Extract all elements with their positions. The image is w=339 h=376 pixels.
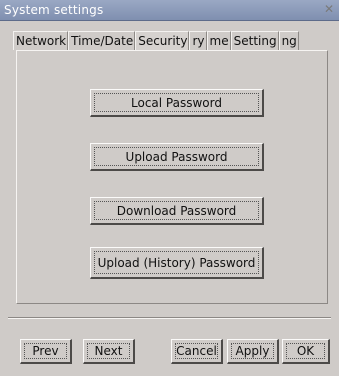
tab-strip: Network Time/Date Security ry me Setting ng [13, 31, 329, 51]
tab-setting[interactable]: Setting [230, 31, 279, 50]
download-password-label: Download Password [94, 201, 259, 220]
title-bar: System settings ✕ [0, 0, 339, 21]
tab-me[interactable]: me [206, 31, 231, 50]
next-button[interactable]: Next [83, 339, 135, 364]
upload-history-password-label: Upload (History) Password [94, 251, 259, 274]
download-password-button[interactable]: Download Password [90, 197, 264, 225]
local-password-button[interactable]: Local Password [90, 89, 264, 117]
cancel-label: Cancel [175, 343, 218, 359]
next-label: Next [87, 343, 130, 359]
window-title: System settings [4, 3, 104, 17]
tab-time-date[interactable]: Time/Date [68, 31, 136, 50]
ok-button[interactable]: OK [282, 339, 330, 364]
tab-security[interactable]: Security [135, 31, 190, 50]
close-icon[interactable]: ✕ [323, 3, 335, 15]
prev-button[interactable]: Prev [20, 339, 72, 364]
prev-label: Prev [24, 343, 67, 359]
footer-separator [8, 317, 331, 319]
apply-label: Apply [231, 343, 274, 359]
cancel-button[interactable]: Cancel [171, 339, 223, 364]
local-password-label: Local Password [94, 93, 259, 112]
tab-ng[interactable]: ng [278, 31, 299, 50]
upload-password-button[interactable]: Upload Password [90, 143, 264, 171]
upload-history-password-button[interactable]: Upload (History) Password [90, 247, 264, 279]
apply-button[interactable]: Apply [227, 339, 279, 364]
tab-network[interactable]: Network [13, 31, 69, 50]
ok-label: OK [286, 343, 325, 359]
tab-ry[interactable]: ry [189, 31, 207, 50]
upload-password-label: Upload Password [94, 147, 259, 166]
